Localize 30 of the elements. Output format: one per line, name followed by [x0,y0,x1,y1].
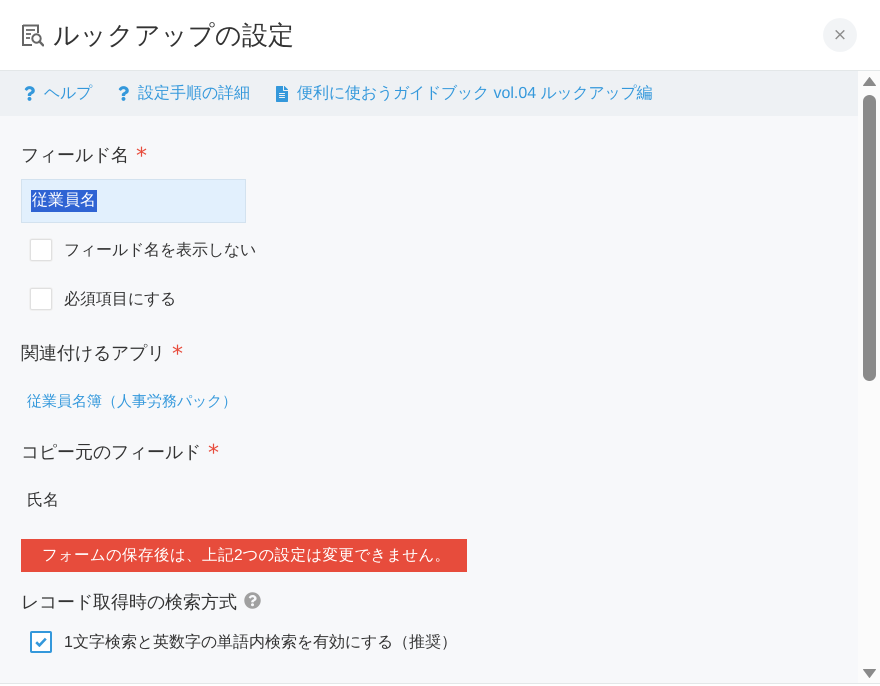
document-search-icon [21,24,44,46]
required-mark: * [172,341,183,367]
input-field[interactable]: 従業員名 [21,179,246,223]
field-label: レコード取得時の検索方式 [21,591,237,614]
question-icon [118,86,129,101]
help-link[interactable]: 設定手順の詳細 [118,83,250,104]
field-value: 氏名 [27,490,59,510]
scroll-down-icon[interactable] [862,669,876,678]
app-link[interactable]: 従業員名簿（人事労務パック） [27,392,237,410]
dialog-title: ルックアップの設定 [53,19,294,52]
document-icon [276,86,288,102]
help-link[interactable]: ヘルプ [24,83,92,104]
checkbox-label[interactable]: 必須項目にする [64,288,176,310]
required-mark: * [208,440,219,466]
field-label: フィールド名 [21,144,129,167]
check-icon [35,637,47,647]
scroll-up-icon[interactable] [862,77,876,86]
close-button[interactable]: × [823,18,857,52]
scrollbar-thumb[interactable] [862,95,876,381]
field-label: 関連付けるアプリ [21,342,165,365]
checkbox-label[interactable]: 1文字検索と英数字の単語内検索を有効にする（推奨） [64,632,457,652]
help-icon[interactable] [244,592,261,608]
guidebook-link[interactable]: 便利に使おうガイドブック vol.04 ルックアップ編 [276,83,653,104]
question-icon [24,86,35,101]
checkbox[interactable] [30,631,52,653]
checkbox-label[interactable]: フィールド名を表示しない [64,240,256,260]
field-value: 従業員名 [31,190,97,212]
field-label: コピー元のフィールド [21,441,201,464]
warning-banner: フォームの保存後は、上記2つの設定は変更できません。 [21,539,467,572]
required-mark: * [136,143,147,169]
